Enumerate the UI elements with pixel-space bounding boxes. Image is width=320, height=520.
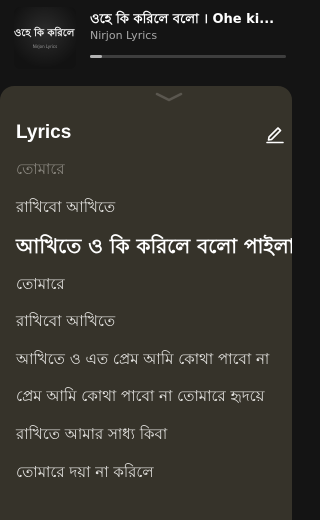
lyric-line[interactable]: প্রেম আমি কোথা পাবো না তোমারে হৃদয়ে: [16, 385, 265, 410]
lyric-line[interactable]: আখিতে ও এত প্রেম আমি কোথা পাবো না: [16, 348, 269, 373]
lyrics-heading: Lyrics: [16, 122, 72, 143]
album-art[interactable]: ওহে কি করিলে বলো Nirjon Lyrics: [14, 7, 76, 69]
album-art-subtitle: Nirjon Lyrics: [32, 44, 58, 49]
song-artist[interactable]: Nirjon Lyrics: [90, 29, 157, 42]
lyric-line[interactable]: রাখিতে আমার সাধ্য কিবা: [16, 423, 167, 448]
lyric-line[interactable]: তোমারে: [16, 158, 65, 183]
lyrics-sheet: Lyrics তোমারে রাখিবো আখিতে আখিতে ও কি করিল…: [0, 86, 292, 520]
lyric-line[interactable]: তোমারে দয়া না করিলে: [16, 461, 154, 486]
lyric-line[interactable]: রাখিবো আখিতে: [16, 310, 115, 335]
lyric-line-active[interactable]: আখিতে ও কি করিলে বলো পাইলা: [16, 232, 292, 265]
lyric-line[interactable]: তোমারে: [16, 273, 65, 298]
chevron-down-icon[interactable]: [154, 91, 184, 103]
album-art-title: ওহে কি করিলে বলো: [14, 28, 76, 39]
bottom-fade: [0, 506, 292, 520]
pencil-icon[interactable]: [264, 122, 286, 144]
progress-fill: [90, 55, 102, 58]
now-playing-bar[interactable]: ওহে কি করিলে বলো Nirjon Lyrics ওহে কি কর…: [0, 0, 292, 86]
progress-bar[interactable]: [90, 55, 286, 58]
lyric-line[interactable]: রাখিবো আখিতে: [16, 196, 115, 221]
song-title[interactable]: ওহে কি করিলে বলো । Ohe ki...: [90, 10, 286, 31]
